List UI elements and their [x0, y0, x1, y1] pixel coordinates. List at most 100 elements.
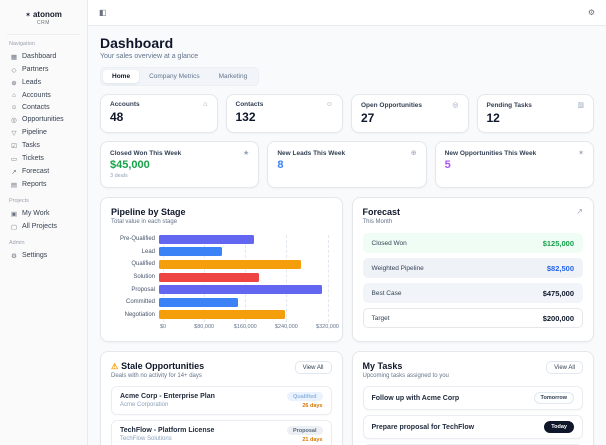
sidebar-item-label: Tasks: [22, 142, 40, 149]
stale-opportunities-list: Acme Corp - Enterprise Plan Acme Corporat…: [111, 386, 332, 445]
sidebar-item-label: Pipeline: [22, 129, 47, 136]
sidebar-item-all-projects[interactable]: ▢ All Projects: [7, 220, 80, 233]
sidebar-item-forecast[interactable]: ↗ Forecast: [7, 165, 80, 178]
chart-bar-row: Lead: [111, 246, 332, 259]
stale-opportunities-panel: ⚠ Stale Opportunities Deals with no acti…: [100, 351, 343, 445]
chart-x-tick-label: $160,000: [233, 324, 257, 331]
building-icon: ⌂: [203, 101, 208, 108]
sidebar: ✶ atonom CRM Navigation ▦ Dashboard ◇ Partne…: [0, 0, 88, 445]
stale-opportunity-row[interactable]: Acme Corp - Enterprise Plan Acme Corporat…: [111, 386, 332, 416]
ticket-icon: ▭: [10, 155, 18, 163]
chart-x-tick-label: $240,000: [274, 324, 298, 331]
chart-bar-row: Pre-Qualified: [111, 233, 332, 246]
stat-card[interactable]: Open Opportunities ◎ 27: [351, 94, 469, 133]
my-tasks-subtitle: Upcoming tasks assigned to you: [362, 373, 449, 380]
dashboard-tabs: Home Company Metrics Marketing: [100, 67, 260, 86]
sidebar-item-my-work[interactable]: ▣ My Work: [7, 207, 80, 220]
sidebar-item-leads[interactable]: ⊕ Leads: [7, 76, 80, 89]
my-tasks-panel: My Tasks Upcoming tasks assigned to you …: [351, 351, 594, 445]
sidebar-item-pipeline[interactable]: ▽ Pipeline: [7, 126, 80, 139]
app-name: atonom: [32, 10, 62, 19]
stat-cards-row: Accounts ⌂ 48 Contacts ☺ 132 Open Opportunitie…: [100, 94, 594, 133]
chart-bar: [159, 234, 254, 244]
user-plus-icon: ⊕: [410, 150, 417, 157]
sidebar-item-opportunities[interactable]: ◎ Opportunities: [7, 113, 80, 126]
chart-bar: [159, 272, 260, 282]
weekly-card-value: $45,000: [110, 159, 150, 171]
tasks-view-all-button[interactable]: View All: [546, 361, 583, 375]
sidebar-item-label: Tickets: [22, 155, 44, 162]
sidebar-item-reports[interactable]: ▤ Reports: [7, 178, 80, 191]
forecast-row: Best Case $475,000: [362, 283, 583, 303]
stat-card[interactable]: Pending Tasks ▥ 12: [476, 94, 594, 133]
tab-marketing[interactable]: Marketing: [210, 70, 257, 83]
weekly-stat-card[interactable]: New Leads This Week ⊕ 8: [267, 141, 427, 188]
main-area: ◧ ⚙ Dashboard Your sales overview at a g…: [88, 0, 606, 445]
sparkles-icon: ✶: [578, 150, 584, 157]
weekly-card-value: 8: [277, 159, 284, 171]
topbar: ◧ ⚙: [88, 0, 606, 26]
sidebar-item-tasks[interactable]: ☑ Tasks: [7, 139, 80, 152]
stat-card-value: 132: [235, 110, 256, 124]
chart-bar-row: Qualified: [111, 258, 332, 271]
dashboard-icon: ▦: [10, 53, 18, 61]
weekly-stat-card[interactable]: New Opportunities This Week ✶ 5: [434, 141, 594, 188]
stat-card-label: Contacts: [235, 101, 264, 108]
stat-card[interactable]: Accounts ⌂ 48: [100, 94, 218, 133]
forecast-subtitle: This Month: [362, 219, 393, 225]
task-row[interactable]: Prepare proposal for TechFlow Today: [362, 415, 583, 440]
pipeline-chart-subtitle: Total value in each stage: [111, 219, 178, 225]
stale-opportunity-row[interactable]: TechFlow - Platform License TechFlow Solu…: [111, 420, 332, 445]
stat-card[interactable]: Contacts ☺ 132: [225, 94, 343, 133]
briefcase-icon: ▣: [10, 210, 18, 218]
stale-days-label: 21 days: [302, 437, 323, 444]
my-tasks-list: Follow up with Acme Corp Tomorrow Prepare …: [362, 386, 583, 445]
chart-bar-row: Committed: [111, 296, 332, 309]
stale-view-all-button[interactable]: View All: [294, 361, 332, 375]
tab-company-metrics[interactable]: Company Metrics: [140, 70, 209, 83]
sidebar-item-label: My Work: [22, 210, 50, 217]
page-title: Dashboard: [100, 35, 174, 51]
sidebar-item-label: Dashboard: [22, 53, 57, 60]
chart-category-label: Committed: [125, 299, 155, 306]
stale-days-label: 26 days: [302, 403, 323, 410]
check-square-icon: ☑: [11, 142, 17, 150]
weekly-stat-card[interactable]: Closed Won This Week ★ $45,000 3 deals: [100, 141, 260, 188]
sidebar-item-contacts[interactable]: ☺ Contacts: [7, 101, 80, 113]
forecast-row-value: $200,000: [542, 313, 574, 323]
app-subtitle: CRM: [37, 20, 50, 26]
task-row[interactable]: Follow up with Acme Corp Tomorrow: [362, 386, 583, 411]
task-title: Follow up with Acme Corp: [371, 394, 460, 402]
sidebar-item-label: Partners: [22, 66, 49, 73]
bottom-panels-row: ⚠ Stale Opportunities Deals with no acti…: [100, 351, 594, 445]
page-subtitle: Your sales overview at a glance: [100, 53, 199, 60]
stale-opportunities-subtitle: Deals with no activity for 14+ days: [111, 373, 202, 380]
gear-icon[interactable]: ⚙: [588, 8, 595, 17]
sidebar-section-label: Navigation: [9, 41, 35, 47]
handshake-icon: ◇: [11, 66, 17, 74]
app-logo: ✶ atonom CRM: [7, 7, 80, 35]
sidebar-item-partners[interactable]: ◇ Partners: [7, 63, 80, 76]
warning-triangle-icon: ⚠: [111, 361, 119, 371]
sidebar-item-settings[interactable]: ⚙ Settings: [7, 249, 80, 262]
folder-icon: ▢: [10, 223, 18, 231]
sidebar-item-tickets[interactable]: ▭ Tickets: [7, 152, 80, 165]
chart-category-label: Lead: [141, 248, 155, 255]
chart-bar: [159, 247, 223, 257]
task-due-badge: Today: [544, 421, 574, 434]
pipeline-by-stage-panel: Pipeline by Stage Total value in each st…: [100, 197, 343, 343]
panel-left-icon[interactable]: ◧: [99, 8, 107, 17]
stat-card-label: Pending Tasks: [486, 101, 532, 109]
weekly-card-label: New Opportunities This Week: [444, 149, 537, 157]
forecast-panel: Forecast This Month ↗ Closed Won $125,000…: [351, 197, 594, 343]
tab-home[interactable]: Home: [103, 70, 140, 83]
chart-category-label: Pre-Qualified: [119, 236, 155, 243]
sidebar-item-label: Settings: [22, 252, 48, 259]
sidebar-item-accounts[interactable]: ⌂ Accounts: [7, 89, 80, 101]
stat-card-label: Accounts: [110, 101, 140, 108]
sidebar-item-dashboard[interactable]: ▦ Dashboard: [7, 50, 80, 63]
sidebar-item-label: Opportunities: [22, 116, 64, 123]
building-icon: ⌂: [12, 91, 16, 99]
task-title: Prepare proposal for TechFlow: [371, 423, 475, 431]
sidebar-item-label: All Projects: [22, 223, 58, 230]
